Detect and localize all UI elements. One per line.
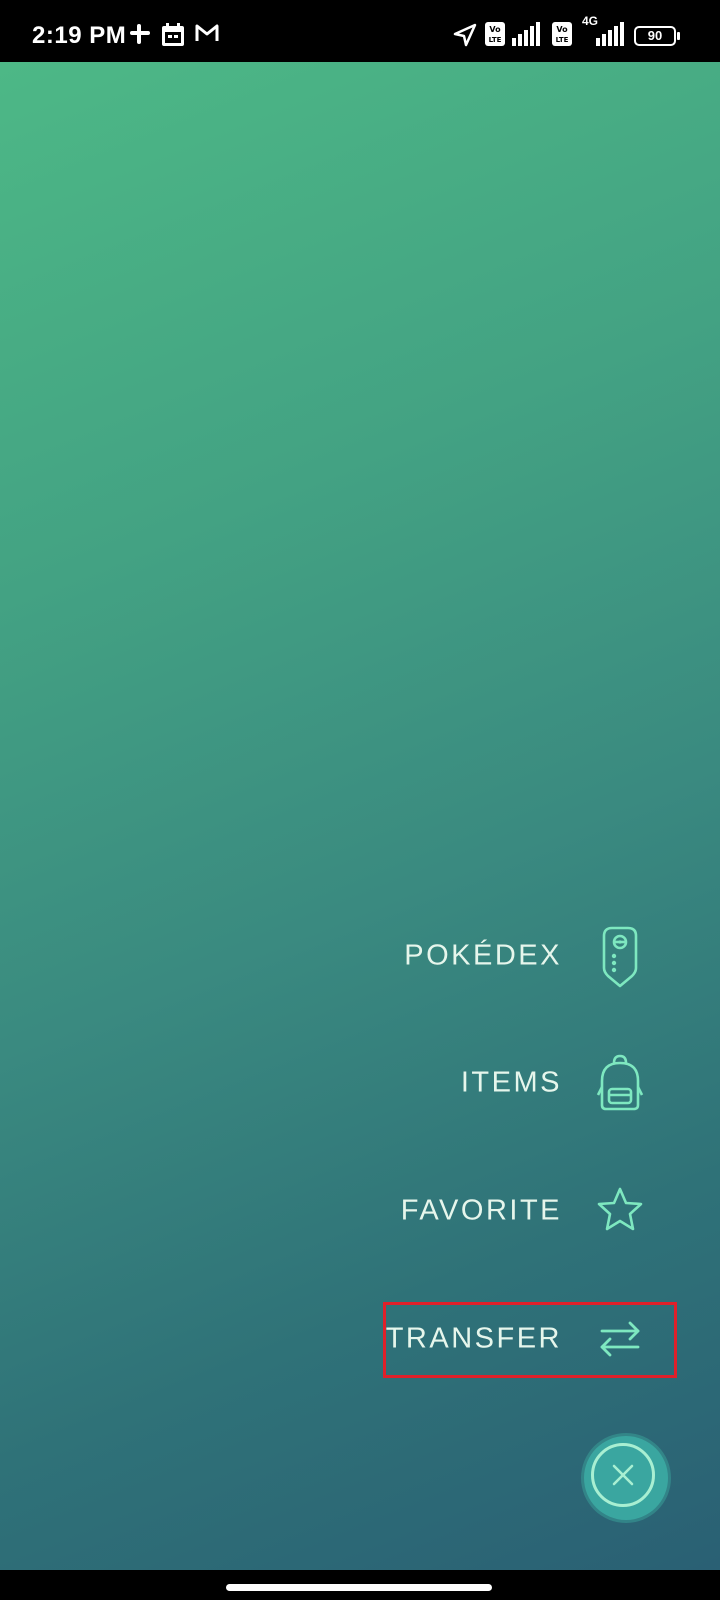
menu-item-items[interactable]: ITEMS: [380, 1038, 720, 1128]
gmail-icon: [195, 24, 219, 41]
svg-text:LTE: LTE: [556, 36, 569, 44]
menu-item-label: FAVORITE: [400, 1194, 562, 1227]
calendar-icon: [162, 23, 184, 46]
menu-item-label: ITEMS: [460, 1066, 562, 1099]
location-icon: [453, 23, 477, 47]
menu-item-pokedex[interactable]: POKÉDEX: [380, 911, 720, 1001]
battery-icon: 90: [634, 26, 676, 46]
svg-text:Vo: Vo: [556, 25, 568, 34]
signal-icon: [596, 22, 624, 46]
svg-text:LTE: LTE: [489, 36, 502, 44]
close-button-ring: [591, 1443, 655, 1507]
svg-text:Vo: Vo: [489, 25, 501, 34]
battery-level: 90: [647, 28, 663, 43]
close-menu-button[interactable]: [584, 1436, 668, 1520]
status-bar: 2:19 PM Vo LTE Vo LTE 4G 90: [0, 0, 720, 62]
menu-item-favorite[interactable]: FAVORITE: [380, 1166, 720, 1256]
battery-tip: [677, 32, 680, 40]
backpack-icon: [596, 1054, 644, 1111]
close-icon: [612, 1464, 634, 1486]
status-time: 2:19 PM: [32, 22, 127, 49]
transfer-highlight-box: [383, 1302, 677, 1378]
slack-icon: [130, 24, 150, 44]
menu-item-label: POKÉDEX: [404, 939, 562, 972]
star-icon: [597, 1187, 643, 1231]
signal-icon: [512, 22, 540, 46]
home-gesture-bar[interactable]: [226, 1584, 492, 1591]
navigation-bar: [0, 1570, 720, 1600]
volte-icon: Vo LTE: [485, 22, 505, 46]
volte-icon: Vo LTE: [552, 22, 572, 46]
pokedex-icon: [602, 926, 638, 988]
